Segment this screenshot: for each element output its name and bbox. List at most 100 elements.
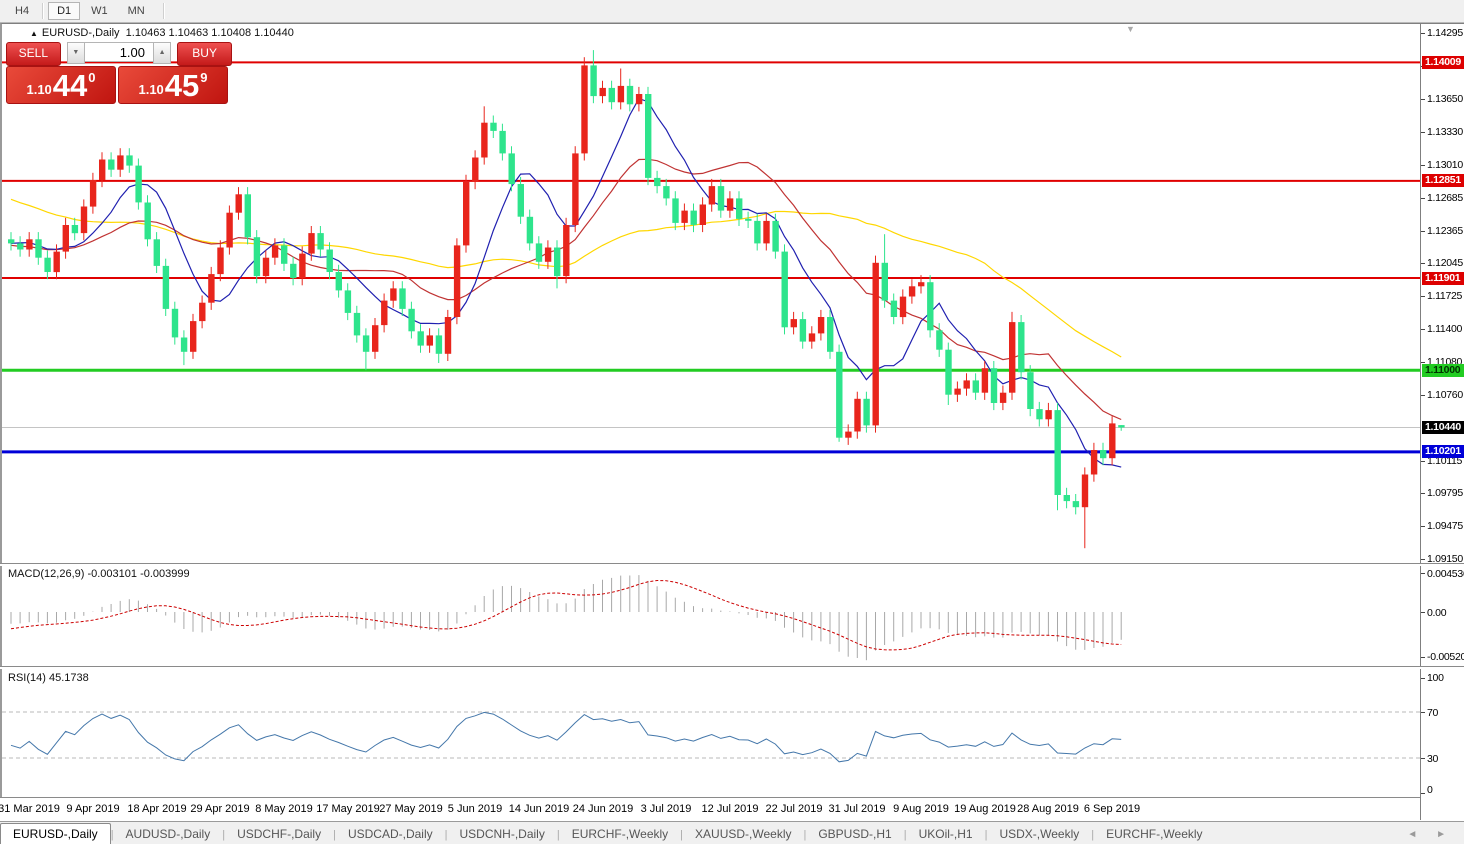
tab-usdcad-daily[interactable]: USDCAD-,Daily — [336, 824, 445, 844]
tab-gbpusd-h1[interactable]: GBPUSD-,H1 — [806, 824, 903, 844]
volume-input[interactable] — [85, 42, 153, 62]
tab-usdchf-daily[interactable]: USDCHF-,Daily — [225, 824, 333, 844]
tab-eurusd-daily[interactable]: EURUSD-,Daily — [0, 823, 111, 844]
price-tick-mark — [1421, 362, 1425, 363]
sell-button[interactable]: SELL — [6, 42, 61, 66]
chart-shift-marker-icon[interactable]: ▼ — [1126, 24, 1135, 34]
price-tick-mark — [1421, 198, 1425, 199]
tab-xauusd-weekly[interactable]: XAUUSD-,Weekly — [683, 824, 803, 844]
rsi-splitter[interactable] — [0, 666, 1464, 669]
chart-header: ▲ EURUSD-,Daily 1.10463 1.10463 1.10408 1… — [30, 27, 294, 39]
price-tick-mark — [1421, 99, 1425, 100]
timeframe-button-h4[interactable]: H4 — [6, 2, 38, 20]
timeframe-button-mn[interactable]: MN — [119, 2, 154, 20]
buy-button[interactable]: BUY — [177, 42, 232, 66]
buy-price-box[interactable]: 1.10 45 9 — [118, 66, 228, 104]
tab-usdx-weekly[interactable]: USDX-,Weekly — [987, 824, 1091, 844]
volume-increase-button[interactable]: ▲ — [153, 42, 172, 64]
rsi-tick-mark — [1421, 758, 1425, 759]
one-click-trading-widget: SELL ▼ ▲ BUY 1.10 44 0 1.10 45 9 — [6, 42, 232, 104]
date-tick-label: 9 Apr 2019 — [66, 803, 120, 815]
date-tick-label: 29 Apr 2019 — [190, 803, 250, 815]
macd-tick-mark — [1421, 657, 1425, 658]
timeframe-button-d1[interactable]: D1 — [48, 2, 81, 20]
date-tick-label: 8 May 2019 — [255, 803, 313, 815]
chart-ohlc-values: 1.10463 1.10463 1.10408 1.10440 — [125, 27, 294, 39]
date-tick-label: 9 Aug 2019 — [893, 803, 949, 815]
price-level-badge: 1.11901 — [1422, 272, 1464, 285]
timeframe-toolbar: H4 D1 W1 MN — [0, 0, 1464, 23]
date-tick-label: 3 Jul 2019 — [640, 803, 692, 815]
date-tick-label: 19 Aug 2019 — [954, 803, 1016, 815]
rsi-tick-mark — [1421, 712, 1425, 713]
price-tick-label: 1.09795 — [1427, 487, 1463, 499]
date-tick-label: 5 Jun 2019 — [447, 803, 503, 815]
price-tick-mark — [1421, 526, 1425, 527]
rsi-tick-label: 70 — [1427, 707, 1439, 719]
rsi-tick-mark — [1421, 678, 1425, 679]
macd-tick-label: -0.005205 — [1427, 651, 1464, 663]
timeframe-button-w1[interactable]: W1 — [82, 2, 117, 20]
macd-tick-label: 0.004536 — [1427, 568, 1464, 580]
tab-eurchf-weekly[interactable]: EURCHF-,Weekly — [560, 824, 680, 844]
price-tick-mark — [1421, 33, 1425, 34]
price-tick-mark — [1421, 296, 1425, 297]
date-tick-label: 17 May 2019 — [316, 803, 380, 815]
date-tick-label: 14 Jun 2019 — [508, 803, 570, 815]
date-tick-label: 31 Jul 2019 — [828, 803, 886, 815]
macd-label: MACD(12,26,9) -0.003101 -0.003999 — [8, 568, 190, 580]
tab-ukoil-h1[interactable]: UKOil-,H1 — [907, 824, 985, 844]
macd-chart[interactable] — [2, 566, 1420, 663]
date-tick-label: 27 May 2019 — [379, 803, 443, 815]
sell-price-main: 44 — [52, 68, 88, 103]
price-level-badge: 1.10201 — [1422, 445, 1464, 458]
date-tick-label: 12 Jul 2019 — [701, 803, 759, 815]
price-tick-label: 1.13330 — [1427, 126, 1463, 138]
price-tick-label: 1.11725 — [1427, 290, 1463, 302]
tab-eurchf-weekly[interactable]: EURCHF-,Weekly — [1094, 824, 1214, 844]
symbol-arrow-icon: ▲ — [30, 29, 38, 38]
price-tick-mark — [1421, 559, 1425, 560]
rsi-tick-label: 30 — [1427, 753, 1439, 765]
chart-symbol-label: EURUSD-,Daily — [41, 27, 120, 39]
rsi-tick-mark — [1421, 793, 1425, 794]
sell-price-prefix: 1.10 — [26, 82, 52, 97]
tab-audusd-daily[interactable]: AUDUSD-,Daily — [114, 824, 223, 844]
toolbar-separator — [42, 3, 45, 19]
price-tick-mark — [1421, 132, 1425, 133]
price-tick-mark — [1421, 165, 1425, 166]
price-level-badge: 1.14009 — [1422, 56, 1464, 69]
price-level-badge: 1.10440 — [1422, 421, 1464, 434]
price-level-badge: 1.12851 — [1422, 174, 1464, 187]
buy-price-sup: 9 — [200, 70, 208, 85]
price-tick-label: 1.11400 — [1427, 323, 1463, 335]
macd-tick-mark — [1421, 573, 1425, 574]
sell-price-box[interactable]: 1.10 44 0 — [6, 66, 116, 104]
price-tick-mark — [1421, 231, 1425, 232]
price-tick-label: 1.09475 — [1427, 520, 1463, 532]
volume-decrease-button[interactable]: ▼ — [66, 42, 85, 64]
price-tick-label: 1.13650 — [1427, 93, 1463, 105]
price-tick-label: 1.12045 — [1427, 257, 1463, 269]
price-tick-label: 1.09150 — [1427, 553, 1463, 565]
date-tick-label: 22 Jul 2019 — [765, 803, 823, 815]
macd-tick-mark — [1421, 612, 1425, 613]
price-tick-mark — [1421, 263, 1425, 264]
symbol-tab-bar: EURUSD-,Daily | AUDUSD-,Daily | USDCHF-,Dail… — [0, 821, 1464, 844]
tab-scroll-arrows[interactable]: ◄ ► — [1407, 829, 1464, 844]
rsi-chart[interactable] — [2, 669, 1420, 796]
price-chart[interactable] — [2, 25, 1420, 563]
buy-price-main: 45 — [164, 68, 200, 103]
price-level-badge: 1.11000 — [1422, 364, 1464, 377]
date-tick-label: 18 Apr 2019 — [127, 803, 187, 815]
price-tick-label: 1.12365 — [1427, 225, 1463, 237]
price-tick-mark — [1421, 329, 1425, 330]
date-axis: 31 Mar 2019 9 Apr 2019 18 Apr 2019 29 Apr 2… — [0, 797, 1420, 821]
price-tick-mark — [1421, 461, 1425, 462]
toolbar-separator — [162, 3, 165, 19]
sell-price-sup: 0 — [88, 70, 96, 85]
date-tick-label: 24 Jun 2019 — [572, 803, 634, 815]
price-tick-label: 1.14295 — [1427, 27, 1463, 39]
tab-usdcnh-daily[interactable]: USDCNH-,Daily — [448, 824, 557, 844]
macd-splitter[interactable] — [0, 563, 1464, 566]
